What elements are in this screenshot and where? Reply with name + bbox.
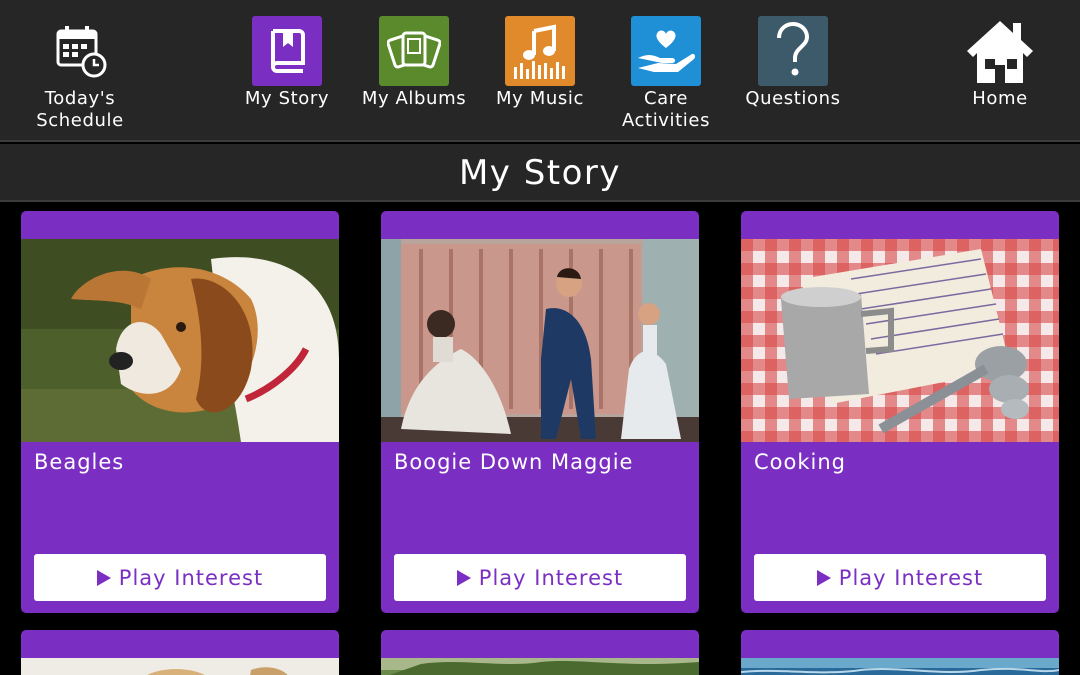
card-title: Boogie Down Maggie bbox=[394, 450, 634, 474]
card-title: Beagles bbox=[34, 450, 125, 474]
play-icon bbox=[456, 569, 471, 586]
play-interest-label: Play Interest bbox=[838, 565, 984, 590]
nav-item-home[interactable]: Home bbox=[936, 16, 1064, 110]
story-card-boogie-down-maggie[interactable]: Boogie Down Maggie Play Interest bbox=[381, 211, 699, 613]
story-card-partial[interactable] bbox=[741, 630, 1059, 675]
hand-heart-icon bbox=[631, 16, 701, 86]
nav-label: Today's Schedule bbox=[36, 88, 124, 131]
nav-item-my-albums[interactable]: My Albums bbox=[350, 16, 478, 110]
page-title: My Story bbox=[458, 153, 622, 193]
nav-item-care-activities[interactable]: Care Activities bbox=[602, 16, 730, 132]
play-interest-button[interactable]: Play Interest bbox=[394, 554, 686, 601]
play-interest-button[interactable]: Play Interest bbox=[754, 554, 1046, 601]
photos-icon bbox=[379, 16, 449, 86]
play-interest-label: Play Interest bbox=[478, 565, 624, 590]
calendar-clock-icon bbox=[45, 16, 115, 86]
nav-label: Care Activities bbox=[621, 88, 711, 131]
question-mark-icon bbox=[758, 16, 828, 86]
card-photo-partial bbox=[21, 658, 339, 675]
beagle-photo bbox=[21, 239, 339, 442]
house-icon bbox=[965, 16, 1035, 86]
nav-label: Questions bbox=[745, 88, 841, 109]
story-card-partial[interactable] bbox=[21, 630, 339, 675]
top-navigation: Today's Schedule My Story My Albums My M… bbox=[0, 0, 1080, 142]
story-card-partial[interactable] bbox=[381, 630, 699, 675]
card-title: Cooking bbox=[754, 450, 846, 474]
play-icon bbox=[96, 569, 111, 586]
dance-photo bbox=[381, 239, 699, 442]
play-interest-button[interactable]: Play Interest bbox=[34, 554, 326, 601]
play-icon bbox=[816, 569, 831, 586]
nav-label: My Story bbox=[244, 88, 330, 109]
title-bar: My Story bbox=[0, 144, 1080, 202]
nav-item-my-story[interactable]: My Story bbox=[223, 16, 351, 110]
card-photo-partial bbox=[381, 658, 699, 675]
nav-item-todays-schedule[interactable]: Today's Schedule bbox=[16, 16, 144, 132]
music-note-icon bbox=[505, 16, 575, 86]
story-card-beagles[interactable]: Beagles Play Interest bbox=[21, 211, 339, 613]
story-card-cooking[interactable]: Cooking Play Interest bbox=[741, 211, 1059, 613]
card-photo-partial bbox=[741, 658, 1059, 675]
play-interest-label: Play Interest bbox=[118, 565, 264, 590]
nav-label: My Music bbox=[496, 88, 584, 109]
nav-item-questions[interactable]: Questions bbox=[729, 16, 857, 110]
nav-label: Home bbox=[972, 88, 1028, 109]
book-icon bbox=[252, 16, 322, 86]
nav-item-my-music[interactable]: My Music bbox=[476, 16, 604, 110]
nav-label: My Albums bbox=[361, 88, 467, 109]
cooking-photo bbox=[741, 239, 1059, 442]
